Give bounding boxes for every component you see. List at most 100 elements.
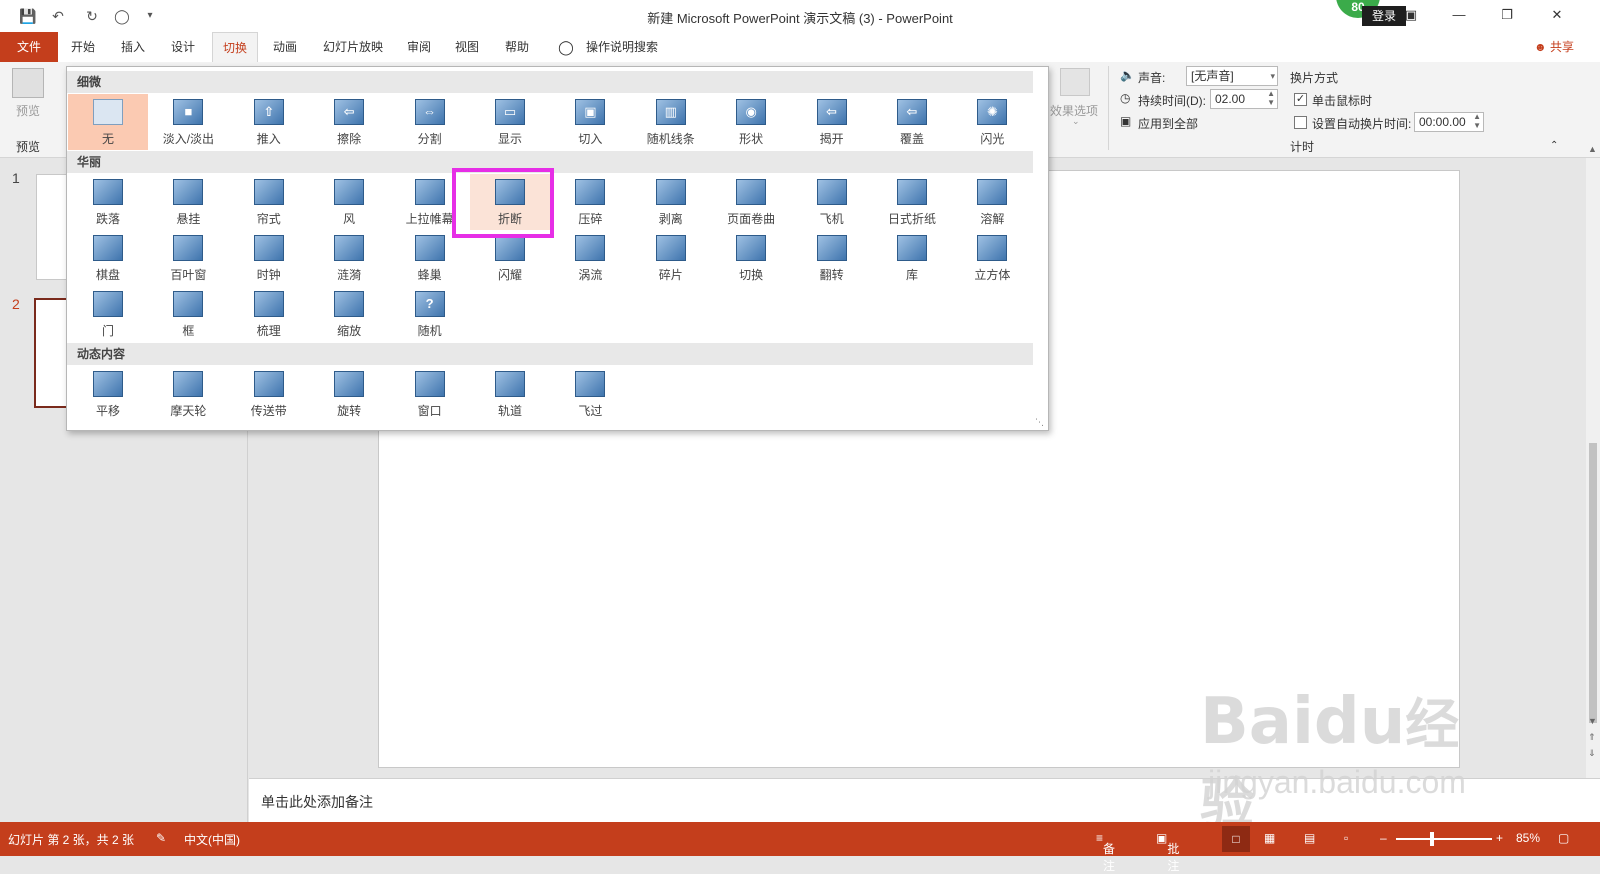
transition-exciting-row3-3[interactable]: 缩放 [309, 286, 389, 342]
transition-exciting-row1-1[interactable]: 悬挂 [148, 174, 228, 230]
transition-subtle-1[interactable]: ■ 淡入/淡出 [148, 94, 228, 150]
fit-to-window-icon[interactable]: ▢ [1558, 831, 1569, 845]
transition-label: 随机 [417, 324, 442, 338]
transition-exciting-row2-11[interactable]: 立方体 [952, 230, 1032, 286]
tab-insert[interactable]: 插入 [112, 32, 154, 62]
after-time-checkbox[interactable] [1294, 116, 1307, 129]
transition-exciting-row1-11[interactable]: 溶解 [952, 174, 1032, 230]
transition-dynamic-2[interactable]: 传送带 [229, 366, 309, 422]
minimize-icon[interactable]: — [1436, 0, 1482, 30]
tab-slideshow[interactable]: 幻灯片放映 [316, 32, 390, 62]
baidu-watermark: Baidu经验 jingyan.baidu.com [1200, 680, 1500, 835]
transition-exciting-row1-6[interactable]: 压碎 [550, 174, 630, 230]
reading-view-icon[interactable]: ▤ [1304, 831, 1315, 845]
transition-subtle-2[interactable]: ⇧ 推入 [229, 94, 309, 150]
transition-dynamic-3[interactable]: 旋转 [309, 366, 389, 422]
after-time-spinner[interactable]: 00:00.00 ▲ ▼ [1414, 112, 1484, 132]
transition-exciting-row2-6[interactable]: 涡流 [550, 230, 630, 286]
tab-home[interactable]: 开始 [62, 32, 104, 62]
transition-subtle-10[interactable]: ⇦ 覆盖 [872, 94, 952, 150]
transition-exciting-row1-8[interactable]: 页面卷曲 [711, 174, 791, 230]
transition-subtle-11[interactable]: ✺ 闪光 [952, 94, 1032, 150]
scroll-down-icon[interactable]: ▼ [1588, 716, 1597, 726]
language-indicator[interactable]: 中文(中国) [184, 831, 240, 848]
tab-design[interactable]: 设计 [162, 32, 204, 62]
tab-file[interactable]: 文件 [0, 32, 58, 62]
notes-toggle[interactable]: ≡ 备注 [1096, 831, 1115, 873]
transition-exciting-row2-0[interactable]: 棋盘 [68, 230, 148, 286]
comments-toggle[interactable]: ▣ 批注 [1156, 831, 1179, 873]
zoom-level[interactable]: 85% [1516, 831, 1540, 845]
transition-exciting-row2-3[interactable]: 涟漪 [309, 230, 389, 286]
transition-exciting-row3-1[interactable]: 框 [148, 286, 228, 342]
transition-exciting-row1-2[interactable]: 帘式 [229, 174, 309, 230]
zoom-slider[interactable] [1396, 838, 1492, 840]
transition-exciting-row1-3[interactable]: 风 [309, 174, 389, 230]
ribbon-display-options-icon[interactable]: ▣ [1388, 0, 1434, 30]
tab-review[interactable]: 审阅 [398, 32, 440, 62]
transition-dynamic-0[interactable]: 平移 [68, 366, 148, 422]
transition-subtle-7[interactable]: ▥ 随机线条 [631, 94, 711, 150]
transition-subtle-0[interactable]: 无 [68, 94, 148, 150]
tab-animations[interactable]: 动画 [264, 32, 306, 62]
transition-subtle-6[interactable]: ▣ 切入 [550, 94, 630, 150]
transition-exciting-row2-9[interactable]: 翻转 [792, 230, 872, 286]
transition-subtle-8[interactable]: ◉ 形状 [711, 94, 791, 150]
scrollbar-thumb[interactable] [1589, 443, 1597, 723]
spinner-arrows-icon[interactable]: ▲ ▼ [1473, 112, 1481, 130]
transition-exciting-row2-8[interactable]: 切换 [711, 230, 791, 286]
tab-help[interactable]: 帮助 [496, 32, 538, 62]
previous-slide-icon[interactable]: ⇑ [1588, 732, 1596, 743]
zoom-out-icon[interactable]: – [1380, 831, 1387, 845]
transition-dynamic-5[interactable]: 轨道 [470, 366, 550, 422]
transition-exciting-row1-9[interactable]: 飞机 [792, 174, 872, 230]
transition-exciting-row2-2[interactable]: 时钟 [229, 230, 309, 286]
transition-exciting-row1-0[interactable]: 跌落 [68, 174, 148, 230]
transition-subtle-9[interactable]: ⇦ 揭开 [792, 94, 872, 150]
transition-subtle-3[interactable]: ⇦ 擦除 [309, 94, 389, 150]
slideshow-view-icon[interactable]: ▫ [1344, 831, 1348, 845]
transition-exciting-row1-7[interactable]: 剥离 [631, 174, 711, 230]
transition-exciting-row2-4[interactable]: 蜂巢 [390, 230, 470, 286]
next-slide-icon[interactable]: ⇓ [1588, 748, 1596, 759]
duration-spinner[interactable]: 02.00 ▲ ▼ [1210, 89, 1278, 109]
sound-select[interactable]: [无声音] ▾ [1186, 66, 1278, 86]
normal-view-icon[interactable]: □ [1222, 826, 1250, 852]
transition-subtle-4[interactable]: ⇔ 分割 [390, 94, 470, 150]
spinner-arrows-icon[interactable]: ▲ ▼ [1267, 89, 1275, 107]
spellcheck-icon[interactable]: ✎ [156, 831, 166, 845]
transition-exciting-row2-7[interactable]: 碎片 [631, 230, 711, 286]
zoom-slider-handle[interactable] [1430, 832, 1434, 846]
transition-subtle-5[interactable]: ▭ 显示 [470, 94, 550, 150]
on-click-checkbox[interactable]: ✓ [1294, 93, 1307, 106]
sound-icon: 🔈 [1120, 68, 1135, 82]
collapse-ribbon-icon[interactable]: ⌃ [1550, 140, 1558, 151]
zoom-in-icon[interactable]: + [1496, 831, 1503, 845]
scroll-up-icon[interactable]: ▲ [1588, 144, 1597, 154]
close-icon[interactable]: ✕ [1534, 0, 1580, 30]
apply-to-all-button[interactable]: 应用到全部 [1138, 115, 1198, 132]
resize-grip-icon[interactable]: ⋱ [1035, 417, 1044, 428]
restore-icon[interactable]: ❐ [1484, 0, 1530, 30]
share-button[interactable]: ☻ 共享 [1534, 32, 1574, 62]
transition-exciting-row3-4[interactable]: ? 随机 [390, 286, 470, 342]
transition-exciting-row2-5[interactable]: 闪耀 [470, 230, 550, 286]
preview-icon[interactable] [12, 68, 44, 98]
transition-exciting-row3-0[interactable]: 门 [68, 286, 148, 342]
transition-exciting-row3-2[interactable]: 梳理 [229, 286, 309, 342]
tab-transitions[interactable]: 切换 [212, 32, 258, 63]
effect-glyph: ▣ [584, 104, 597, 119]
transition-dynamic-4[interactable]: 窗口 [390, 366, 470, 422]
tell-me-search[interactable]: 操作说明搜索 [580, 32, 664, 62]
transition-effect-icon: ? [414, 291, 445, 317]
preview-button[interactable]: 预览 [16, 102, 40, 119]
effect-options-icon[interactable] [1060, 68, 1090, 96]
vertical-scrollbar[interactable]: ▲ ▼ ⇑ ⇓ [1586, 144, 1600, 778]
transition-exciting-row2-10[interactable]: 库 [872, 230, 952, 286]
slide-sorter-view-icon[interactable]: ▦ [1264, 831, 1275, 845]
transition-dynamic-1[interactable]: 摩天轮 [148, 366, 228, 422]
transition-exciting-row2-1[interactable]: 百叶窗 [148, 230, 228, 286]
tab-view[interactable]: 视图 [446, 32, 488, 62]
transition-dynamic-6[interactable]: 飞过 [550, 366, 630, 422]
transition-exciting-row1-10[interactable]: 日式折纸 [872, 174, 952, 230]
